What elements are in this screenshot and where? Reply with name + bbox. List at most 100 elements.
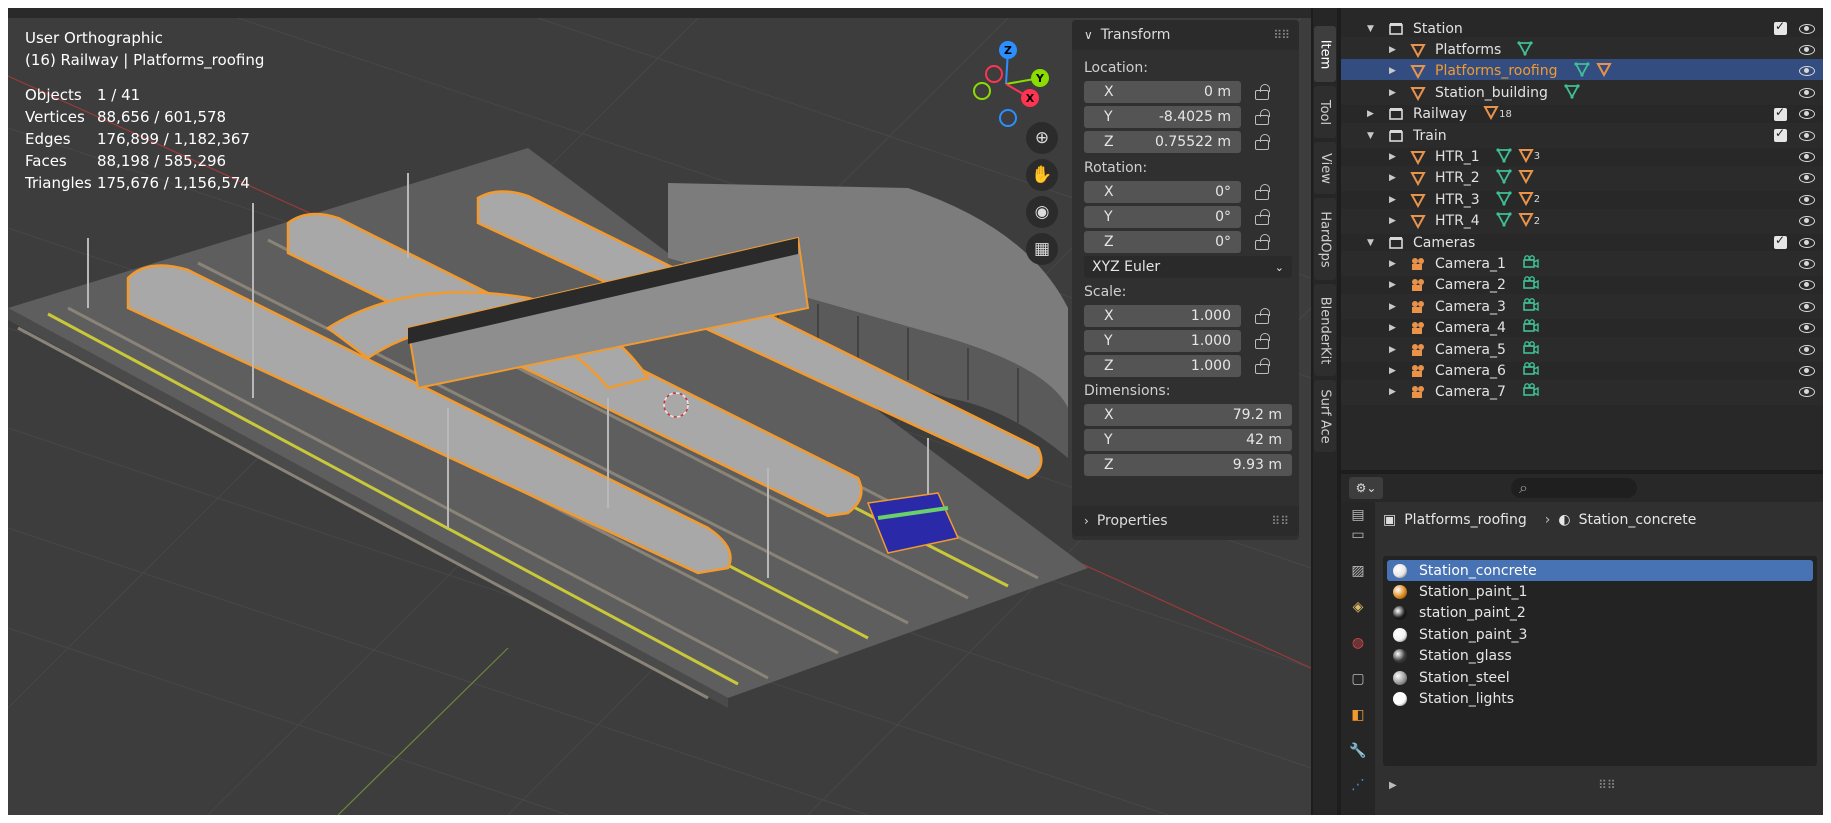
- ortho-grid-icon[interactable]: ▦: [1026, 233, 1058, 265]
- visibility-eye-icon[interactable]: [1799, 194, 1815, 205]
- expand-arrow-icon[interactable]: ▶: [1389, 780, 1397, 791]
- lock-icon[interactable]: [1253, 308, 1271, 324]
- visibility-eye-icon[interactable]: [1799, 173, 1815, 184]
- exclude-checkbox[interactable]: [1774, 126, 1787, 142]
- material-slot-station-paint-1[interactable]: Station_paint_1: [1387, 581, 1813, 602]
- outliner-row-camera-7[interactable]: ▶ Camera_7: [1341, 379, 1823, 405]
- particles-tab-icon[interactable]: ⋰: [1347, 774, 1369, 796]
- outliner-row-data-icons[interactable]: [1522, 318, 1540, 338]
- scene-tab-icon[interactable]: ◈: [1347, 596, 1369, 618]
- visibility-eye-icon[interactable]: [1799, 387, 1815, 398]
- expand-right-icon[interactable]: ▶: [1389, 88, 1399, 98]
- expand-right-icon[interactable]: ▶: [1389, 387, 1399, 397]
- location-z-field[interactable]: Z 0.75522 m: [1084, 131, 1241, 153]
- visibility-eye-icon[interactable]: [1799, 237, 1815, 248]
- dimensions-z-field[interactable]: Z 9.93 m: [1084, 454, 1292, 476]
- expand-down-icon[interactable]: ▼: [1367, 238, 1377, 248]
- pan-hand-icon[interactable]: ✋: [1026, 159, 1058, 191]
- tab-view[interactable]: View: [1314, 142, 1336, 194]
- outliner-row-data-icons[interactable]: 3: [1496, 147, 1540, 167]
- material-slot-station-glass[interactable]: Station_glass: [1387, 646, 1813, 667]
- collection-tab-icon[interactable]: ▢: [1347, 668, 1369, 690]
- material-slot-station-paint-2[interactable]: station_paint_2: [1387, 603, 1813, 624]
- exclude-checkbox[interactable]: [1774, 19, 1787, 35]
- drag-grip-icon[interactable]: ⠿⠿: [1273, 28, 1290, 42]
- expand-down-icon[interactable]: ▼: [1367, 24, 1377, 34]
- output-tab-icon[interactable]: ▨: [1347, 560, 1369, 582]
- rotation-z-field[interactable]: Z 0°: [1084, 231, 1241, 253]
- outliner-row-data-icons[interactable]: [1522, 254, 1540, 274]
- visibility-eye-icon[interactable]: [1799, 130, 1815, 141]
- outliner-row-data-icons[interactable]: [1522, 340, 1540, 360]
- visibility-eye-icon[interactable]: [1799, 280, 1815, 291]
- dimensions-y-field[interactable]: Y 42 m: [1084, 429, 1292, 451]
- outliner-row-data-icons[interactable]: [1522, 275, 1540, 295]
- location-x-field[interactable]: X0 m: [1084, 81, 1241, 103]
- rotation-y-field[interactable]: Y 0°: [1084, 206, 1241, 228]
- outliner-row-data-icons[interactable]: [1573, 61, 1612, 81]
- expand-right-icon[interactable]: ▶: [1389, 302, 1399, 312]
- visibility-eye-icon[interactable]: [1799, 344, 1815, 355]
- world-tab-icon[interactable]: ◍: [1347, 632, 1369, 654]
- visibility-eye-icon[interactable]: [1799, 301, 1815, 312]
- outliner-row-data-icons[interactable]: [1522, 382, 1540, 402]
- tab-item[interactable]: Item: [1314, 26, 1336, 82]
- expand-right-icon[interactable]: ▶: [1389, 216, 1399, 226]
- visibility-eye-icon[interactable]: [1799, 23, 1815, 34]
- visibility-eye-icon[interactable]: [1799, 66, 1815, 77]
- material-slot-station-lights[interactable]: Station_lights: [1387, 688, 1813, 709]
- 3d-viewport[interactable]: User Orthographic (16) Railway | Platfor…: [8, 8, 1311, 815]
- outliner-row-data-icons[interactable]: [1564, 83, 1580, 103]
- material-slot-list[interactable]: Station_concrete Station_paint_1 station_p…: [1383, 556, 1817, 766]
- expand-right-icon[interactable]: ▶: [1389, 345, 1399, 355]
- transform-header[interactable]: ∨ Transform ⠿⠿: [1072, 20, 1299, 50]
- navigation-gizmo[interactable]: Z Y X: [960, 36, 1056, 132]
- outliner-row-data-icons[interactable]: [1517, 40, 1533, 60]
- tab-blenderkit[interactable]: BlenderKit: [1314, 284, 1336, 376]
- visibility-eye-icon[interactable]: [1799, 44, 1815, 55]
- scale-y-field[interactable]: Y 1.000: [1084, 330, 1241, 352]
- visibility-eye-icon[interactable]: [1799, 365, 1815, 376]
- properties-search-input[interactable]: ⌕: [1511, 478, 1637, 498]
- lock-icon[interactable]: [1253, 134, 1271, 150]
- properties-subpanel-header[interactable]: › Properties ⠿⠿: [1072, 506, 1299, 536]
- expand-right-icon[interactable]: ▶: [1389, 280, 1399, 290]
- viewport-header[interactable]: [8, 8, 1311, 18]
- expand-right-icon[interactable]: ▶: [1389, 66, 1399, 76]
- tab-surf-ace[interactable]: Surf Ace: [1314, 380, 1336, 452]
- exclude-checkbox[interactable]: [1774, 233, 1787, 249]
- outliner-row-data-icons[interactable]: 2: [1496, 211, 1540, 231]
- material-slot-station-concrete[interactable]: Station_concrete: [1387, 560, 1813, 581]
- zoom-icon[interactable]: ⊕: [1026, 122, 1058, 154]
- outliner-row-data-icons[interactable]: [1522, 361, 1540, 381]
- tool-tab-icon[interactable]: ▤: [1347, 504, 1369, 526]
- lock-icon[interactable]: [1253, 209, 1271, 225]
- expand-right-icon[interactable]: ▶: [1389, 323, 1399, 333]
- tab-hardops[interactable]: HardOps: [1314, 198, 1336, 280]
- material-slot-station-steel[interactable]: Station_steel: [1387, 667, 1813, 688]
- scale-x-field[interactable]: X 1.000: [1084, 305, 1241, 327]
- lock-icon[interactable]: [1253, 333, 1271, 349]
- visibility-eye-icon[interactable]: [1799, 216, 1815, 227]
- modifier-wrench-icon[interactable]: 🔧: [1347, 740, 1369, 762]
- visibility-eye-icon[interactable]: [1799, 109, 1815, 120]
- visibility-eye-icon[interactable]: [1799, 323, 1815, 334]
- visibility-eye-icon[interactable]: [1799, 258, 1815, 269]
- expand-down-icon[interactable]: ▼: [1367, 131, 1377, 141]
- rotation-x-field[interactable]: X 0°: [1084, 181, 1241, 203]
- drag-grip-icon[interactable]: ⠿⠿: [1271, 514, 1289, 528]
- expand-right-icon[interactable]: ▶: [1389, 173, 1399, 183]
- expand-right-icon[interactable]: ▶: [1367, 109, 1377, 119]
- camera-view-icon[interactable]: ◉: [1026, 196, 1058, 228]
- dimensions-x-field[interactable]: X 79.2 m: [1084, 404, 1292, 426]
- scale-z-field[interactable]: Z 1.000: [1084, 355, 1241, 377]
- lock-icon[interactable]: [1253, 109, 1271, 125]
- lock-icon[interactable]: [1253, 84, 1271, 100]
- expand-right-icon[interactable]: ▶: [1389, 152, 1399, 162]
- outliner[interactable]: ▼ Station ▶ Platforms ▶ Platforms_roofing ▶ Sta…: [1341, 8, 1823, 470]
- outliner-row-data-icons[interactable]: [1522, 297, 1540, 317]
- lock-icon[interactable]: [1253, 234, 1271, 250]
- visibility-eye-icon[interactable]: [1799, 87, 1815, 98]
- lock-icon[interactable]: [1253, 184, 1271, 200]
- expand-right-icon[interactable]: ▶: [1389, 259, 1399, 269]
